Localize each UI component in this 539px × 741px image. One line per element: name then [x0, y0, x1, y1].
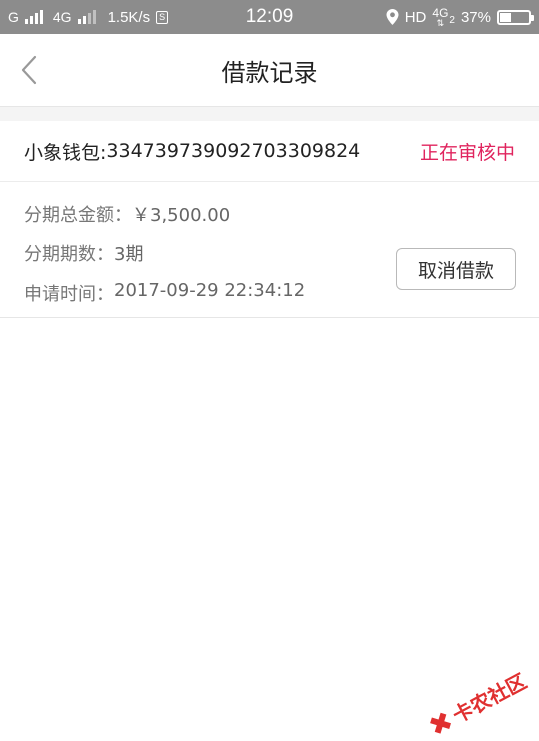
periods-label: 分期期数：	[24, 244, 114, 265]
apply-time-row: 申请时间： 2017-09-29 22:34:12	[24, 280, 305, 306]
wallet-label: 小象钱包:	[24, 141, 107, 164]
network-type-icon: 4G ⇅	[432, 5, 449, 28]
hd-label: HD	[404, 8, 427, 26]
net-sub: 2	[449, 14, 455, 26]
cancel-loan-button[interactable]: 取消借款	[396, 248, 516, 290]
status-right: HD 4G ⇅ 2 37%	[386, 0, 534, 34]
battery-icon	[497, 9, 534, 25]
periods-row: 分期期数： 3期	[24, 240, 143, 266]
page-title: 借款记录	[221, 58, 318, 87]
watermark-text: 卡农社区	[448, 668, 531, 728]
battery-level	[500, 12, 512, 22]
network-type: 4G	[432, 5, 449, 20]
loan-record-card[interactable]: 小象钱包: 334739739092703309824 正在审核中 分期总金额：…	[0, 121, 539, 318]
status-badge: 正在审核中	[419, 141, 515, 164]
nav-header: 借款记录	[0, 34, 539, 106]
status-bar: G 4G 1.5K/s S 12:09 HD 4G ⇅ 2 37%	[0, 0, 539, 34]
wallet-info: 小象钱包: 334739739092703309824	[24, 121, 360, 181]
location-icon	[386, 9, 399, 25]
record-header: 小象钱包: 334739739092703309824 正在审核中	[0, 121, 539, 182]
data-arrows-icon: ⇅	[436, 17, 445, 28]
periods-value: 3期	[114, 244, 144, 265]
section-divider	[0, 106, 539, 121]
apply-time-value: 2017-09-29 22:34:12	[114, 280, 306, 301]
wallet-id: 334739739092703309824	[106, 140, 361, 162]
total-amount-value: ￥3,500.00	[132, 205, 231, 226]
watermark: 卡农社区	[424, 665, 531, 740]
watermark-logo-icon	[429, 712, 451, 734]
apply-time-label: 申请时间：	[24, 284, 114, 305]
total-amount-row: 分期总金额： ￥3,500.00	[24, 201, 230, 227]
total-amount-label: 分期总金额：	[24, 205, 132, 226]
battery-percent: 37%	[460, 8, 491, 26]
